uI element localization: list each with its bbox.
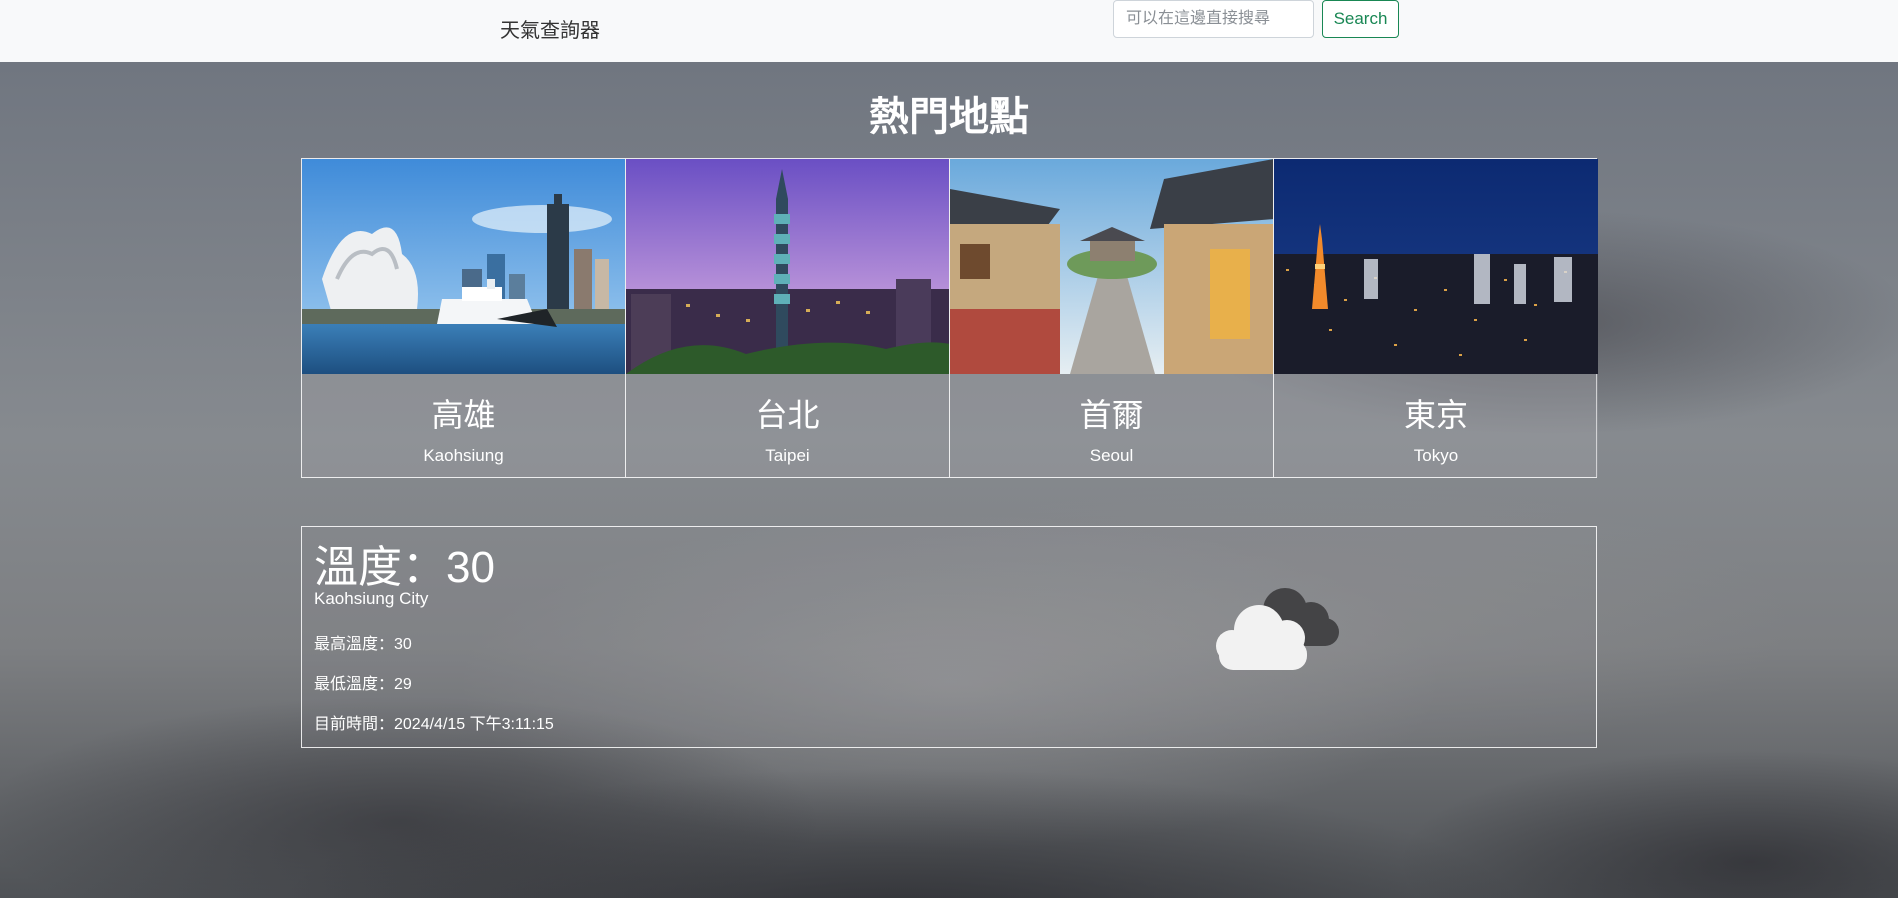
navbar: 天氣查詢器 Search xyxy=(0,0,1898,62)
popular-places-title: 熱門地點 xyxy=(869,95,1029,139)
tokyo-image xyxy=(1274,159,1598,374)
city-card-seoul[interactable]: 首爾 Seoul xyxy=(950,159,1274,477)
seoul-image xyxy=(950,159,1273,374)
city-name-en: Seoul xyxy=(1089,446,1134,465)
current-time: 目前時間：2024/4/15 下午3:11:15 xyxy=(314,716,554,733)
brand-title[interactable]: 天氣查詢器 xyxy=(500,14,600,43)
popular-places-cards: 高雄 Kaohsiung 台北 Taipei 首爾 Seoul 東京 Tokyo xyxy=(301,158,1598,478)
min-temperature: 最低溫度：29 xyxy=(314,676,412,693)
city-card-taipei[interactable]: 台北 Taipei xyxy=(626,159,950,477)
city-name-en: Kaohsiung xyxy=(423,446,504,465)
weather-panel: 溫度：30 Kaohsiung City 最高溫度：30 最低溫度：29 目前時… xyxy=(301,526,1597,748)
max-temperature: 最高溫度：30 xyxy=(314,636,412,653)
city-name-en: Tokyo xyxy=(1413,446,1459,465)
kaohsiung-image xyxy=(302,159,625,374)
city-card-tokyo[interactable]: 東京 Tokyo xyxy=(1274,159,1598,477)
city-name: 高雄 xyxy=(431,397,496,433)
taipei-image xyxy=(626,159,949,374)
cloudy-icon xyxy=(1207,582,1357,687)
search-input[interactable] xyxy=(1113,0,1314,38)
city-name: 台北 xyxy=(755,397,820,433)
city-name-en: Taipei xyxy=(765,446,810,465)
city-name: 東京 xyxy=(1403,397,1468,433)
city-name-label: Kaohsiung City xyxy=(314,589,429,608)
city-card-kaohsiung[interactable]: 高雄 Kaohsiung xyxy=(302,159,626,477)
search-button[interactable]: Search xyxy=(1322,0,1399,38)
temperature-title: 溫度：30 xyxy=(314,543,495,592)
city-name: 首爾 xyxy=(1079,397,1144,433)
